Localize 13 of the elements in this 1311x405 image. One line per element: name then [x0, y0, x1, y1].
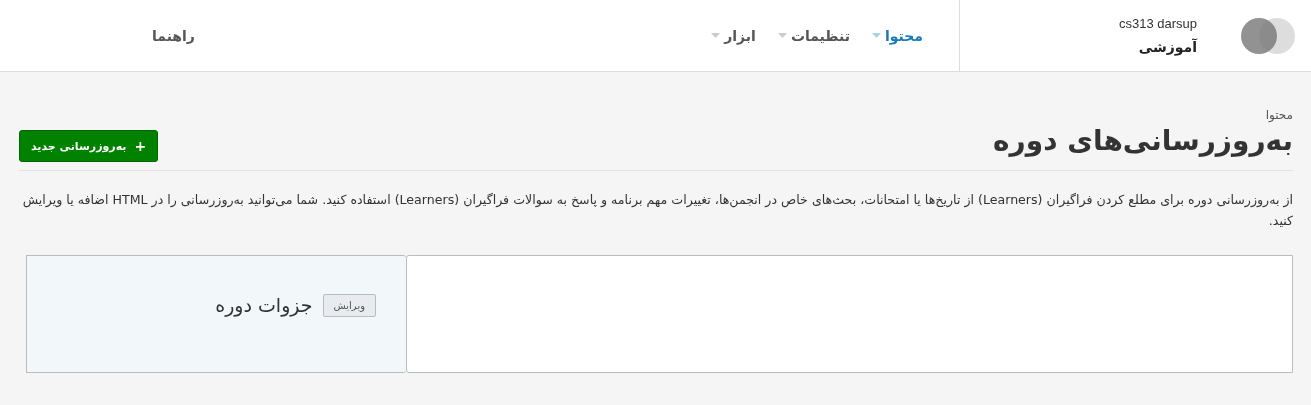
organization-name: cs313 darsup [1118, 16, 1197, 31]
course-name: آموزشی [1137, 39, 1197, 55]
help-link[interactable]: راهنما [152, 27, 195, 44]
logo-icon [1241, 17, 1295, 54]
nav-menu-item[interactable]: ابزار [711, 27, 756, 44]
handouts-title: جزوات دوره [215, 294, 313, 316]
description-text: از به‌روزرسانی دوره برای مطلع کردن فراگیران (Learners) از تاریخ‌ها یا امتحانات، بحث‌های خاص در انجمن‌ها، تغییرات مهم برنامه و پاسخ به سوالات فراگیران (Learners) استفاده کنید. شما می‌توانید به‌روزرسانی را در HTML اضافه یا ویرایش کنید. [21, 191, 1293, 230]
breadcrumb: محتوا [1264, 108, 1293, 122]
new-update-button[interactable]: + به‌روزرسانی جدید [19, 130, 159, 162]
page-title: به‌روزرسانی‌های دوره [993, 124, 1293, 158]
nav-menu-item[interactable]: تنظیمات [777, 27, 850, 44]
edit-button[interactable]: ویرایش [322, 293, 376, 317]
nav-menu-item[interactable]: محتوا [871, 27, 923, 44]
